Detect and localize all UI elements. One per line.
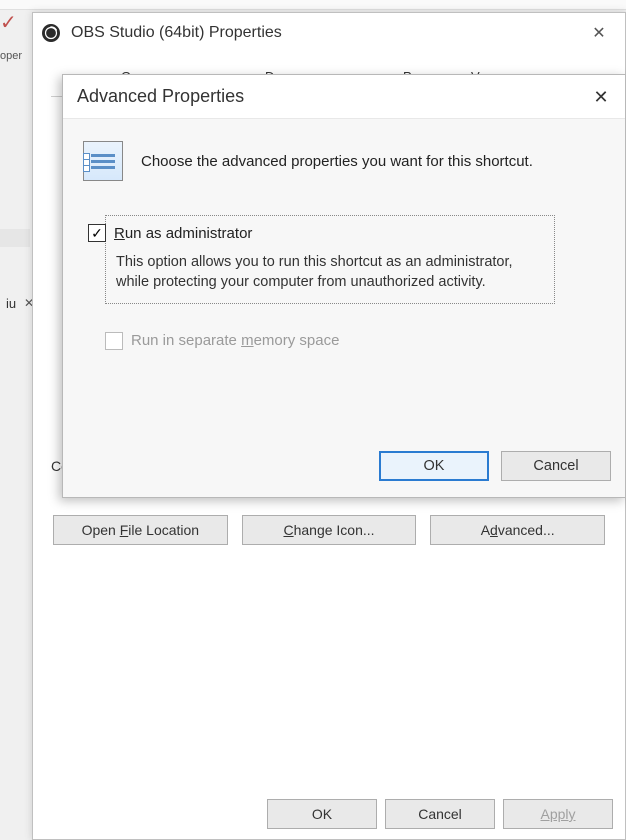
bg-check-icon: ✓ — [0, 10, 30, 36]
advanced-properties-icon — [83, 141, 123, 181]
properties-titlebar[interactable]: OBS Studio (64bit) Properties ✕ — [33, 13, 625, 53]
open-file-location-button[interactable]: Open File Location — [53, 515, 228, 545]
run-separate-memory-label: Run in separate memory space — [131, 332, 339, 349]
bg-menu-strip: iu ✕ — [0, 145, 35, 175]
run-as-admin-checkbox[interactable]: ✓ — [88, 224, 106, 242]
properties-close-button[interactable]: ✕ — [579, 19, 619, 47]
file-buttons-row: Open File Location Change Icon... Advanc… — [51, 515, 607, 545]
advanced-titlebar[interactable]: Advanced Properties ✕ — [63, 75, 625, 119]
advanced-close-button[interactable]: ✕ — [577, 75, 625, 119]
obs-app-icon — [41, 23, 61, 43]
run-as-admin-group: ✓ Run as administrator This option allow… — [105, 215, 555, 304]
run-as-admin-label[interactable]: Run as administrator — [114, 225, 252, 242]
advanced-body: Choose the advanced properties you want … — [63, 119, 625, 372]
checkmark-icon: ✓ — [91, 226, 103, 240]
advanced-title: Advanced Properties — [77, 86, 244, 107]
properties-title: OBS Studio (64bit) Properties — [71, 24, 282, 42]
properties-ok-button[interactable]: OK — [267, 799, 377, 829]
bg-menu-letters: iu — [6, 296, 16, 311]
run-as-admin-description: This option allows you to run this short… — [116, 252, 544, 293]
properties-cancel-button[interactable]: Cancel — [385, 799, 495, 829]
bg-ribbon — [0, 0, 626, 10]
advanced-intro: Choose the advanced properties you want … — [83, 141, 605, 181]
properties-apply-button[interactable]: Apply — [503, 799, 613, 829]
properties-dialog-buttons: OK Cancel Apply — [267, 799, 613, 829]
advanced-cancel-button[interactable]: Cancel — [501, 451, 611, 481]
change-icon-button[interactable]: Change Icon... — [242, 515, 417, 545]
bg-gray-block — [0, 229, 30, 247]
advanced-button[interactable]: Advanced... — [430, 515, 605, 545]
run-separate-memory-checkbox — [105, 332, 123, 350]
advanced-intro-text: Choose the advanced properties you want … — [141, 153, 533, 170]
advanced-dialog-buttons: OK Cancel — [379, 451, 611, 481]
advanced-properties-dialog: Advanced Properties ✕ Choose the advance… — [62, 74, 626, 498]
advanced-ok-button[interactable]: OK — [379, 451, 489, 481]
bg-context-label: oper — [0, 50, 22, 62]
